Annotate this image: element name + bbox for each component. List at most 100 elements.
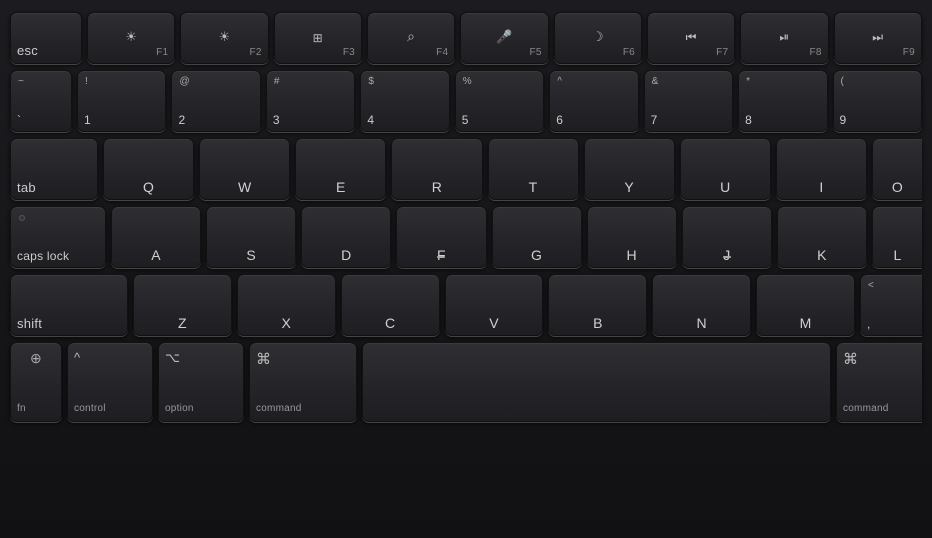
keyboard: esc ☀ F1 ☀ F2 ⊞ F3 ⌕ F4 🎤 F5 ☽ F6 ⏮ F7 — [0, 0, 932, 538]
key-fn[interactable]: ⊕ fn — [10, 342, 62, 422]
key-c[interactable]: C — [341, 274, 440, 336]
fn-key-row: esc ☀ F1 ☀ F2 ⊞ F3 ⌕ F4 🎤 F5 ☽ F6 ⏮ F7 — [10, 12, 922, 64]
key-f8[interactable]: ⏯ F8 — [740, 12, 828, 64]
x-label: X — [282, 316, 292, 330]
command-right-icon: ⌘ — [843, 350, 858, 368]
caret-label: ^ — [557, 77, 562, 87]
key-9[interactable]: ( 9 — [833, 70, 922, 132]
key-shift-left[interactable]: shift — [10, 274, 128, 336]
command-right-label: command — [843, 404, 889, 414]
f5-label: F5 — [529, 47, 541, 58]
dollar-label: $ — [368, 77, 374, 87]
fn-label: fn — [17, 404, 26, 414]
key-control[interactable]: ^ control — [67, 342, 153, 422]
key-j[interactable]: J — [682, 206, 772, 268]
tilde-label: ~ — [18, 77, 24, 87]
f4-label: F4 — [436, 47, 448, 58]
five-label: 5 — [462, 114, 469, 126]
key-f9[interactable]: ⏭ F9 — [834, 12, 922, 64]
eight-label: 8 — [745, 114, 752, 126]
key-tab[interactable]: tab — [10, 138, 98, 200]
asdf-key-row: caps lock A S D F G H J K L — [10, 206, 922, 268]
hash-label: # — [274, 77, 280, 87]
key-t[interactable]: T — [488, 138, 579, 200]
key-f[interactable]: F — [396, 206, 486, 268]
key-f3[interactable]: ⊞ F3 — [274, 12, 362, 64]
key-esc[interactable]: esc — [10, 12, 82, 64]
key-f7[interactable]: ⏮ F7 — [647, 12, 735, 64]
one-label: 1 — [84, 114, 91, 126]
key-f2[interactable]: ☀ F2 — [180, 12, 268, 64]
key-n[interactable]: N — [652, 274, 751, 336]
key-l[interactable]: L — [872, 206, 922, 268]
amp-label: & — [652, 77, 659, 87]
key-command-left[interactable]: ⌘ command — [249, 342, 357, 422]
key-a[interactable]: A — [111, 206, 201, 268]
s-label: S — [246, 248, 256, 262]
key-e[interactable]: E — [295, 138, 386, 200]
k-label: K — [817, 248, 827, 262]
key-m[interactable]: M — [756, 274, 855, 336]
key-3[interactable]: # 3 — [266, 70, 355, 132]
key-1[interactable]: ! 1 — [77, 70, 166, 132]
e-label: E — [336, 180, 346, 194]
r-label: R — [432, 180, 442, 194]
bottom-key-row: ⊕ fn ^ control ⌥ option ⌘ command ⌘ comm… — [10, 342, 922, 422]
key-r[interactable]: R — [391, 138, 482, 200]
j-label: J — [723, 248, 730, 262]
key-space[interactable] — [362, 342, 831, 422]
key-i[interactable]: I — [776, 138, 867, 200]
u-label: U — [720, 180, 730, 194]
key-w[interactable]: W — [199, 138, 290, 200]
key-u[interactable]: U — [680, 138, 771, 200]
at-label: @ — [179, 77, 189, 87]
w-label: W — [238, 180, 251, 194]
key-o[interactable]: O — [872, 138, 922, 200]
g-label: G — [531, 248, 542, 262]
l-label: L — [893, 248, 901, 262]
key-h[interactable]: H — [587, 206, 677, 268]
f-label: F — [437, 248, 446, 262]
key-g[interactable]: G — [492, 206, 582, 268]
key-z[interactable]: Z — [133, 274, 232, 336]
backtick-label: ` — [17, 114, 21, 126]
seven-label: 7 — [651, 114, 658, 126]
key-s[interactable]: S — [206, 206, 296, 268]
key-v[interactable]: V — [445, 274, 544, 336]
b-label: B — [593, 316, 603, 330]
j-bump — [723, 256, 731, 258]
three-label: 3 — [273, 114, 280, 126]
c-label: C — [385, 316, 395, 330]
microphone-icon: 🎤 — [496, 29, 512, 45]
four-label: 4 — [367, 114, 374, 126]
key-f5[interactable]: 🎤 F5 — [460, 12, 548, 64]
key-2[interactable]: @ 2 — [171, 70, 260, 132]
key-f6[interactable]: ☽ F6 — [554, 12, 642, 64]
i-label: I — [819, 180, 823, 194]
key-capslock[interactable]: caps lock — [10, 206, 106, 268]
key-option[interactable]: ⌥ option — [158, 342, 244, 422]
key-f4[interactable]: ⌕ F4 — [367, 12, 455, 64]
key-command-right[interactable]: ⌘ command — [836, 342, 922, 422]
key-6[interactable]: ^ 6 — [549, 70, 638, 132]
key-f1[interactable]: ☀ F1 — [87, 12, 175, 64]
key-7[interactable]: & 7 — [644, 70, 733, 132]
v-label: V — [489, 316, 499, 330]
option-label: option — [165, 404, 194, 414]
key-4[interactable]: $ 4 — [360, 70, 449, 132]
six-label: 6 — [556, 114, 563, 126]
key-x[interactable]: X — [237, 274, 336, 336]
y-label: Y — [624, 180, 634, 194]
h-label: H — [627, 248, 637, 262]
key-comma[interactable]: < , — [860, 274, 922, 336]
fast-forward-icon: ⏭ — [872, 30, 883, 45]
key-8[interactable]: * 8 — [738, 70, 827, 132]
key-d[interactable]: D — [301, 206, 391, 268]
key-k[interactable]: K — [777, 206, 867, 268]
key-q[interactable]: Q — [103, 138, 194, 200]
star-label: * — [746, 77, 750, 87]
key-b[interactable]: B — [548, 274, 647, 336]
key-backtick[interactable]: ~ ` — [10, 70, 72, 132]
key-5[interactable]: % 5 — [455, 70, 544, 132]
key-y[interactable]: Y — [584, 138, 675, 200]
